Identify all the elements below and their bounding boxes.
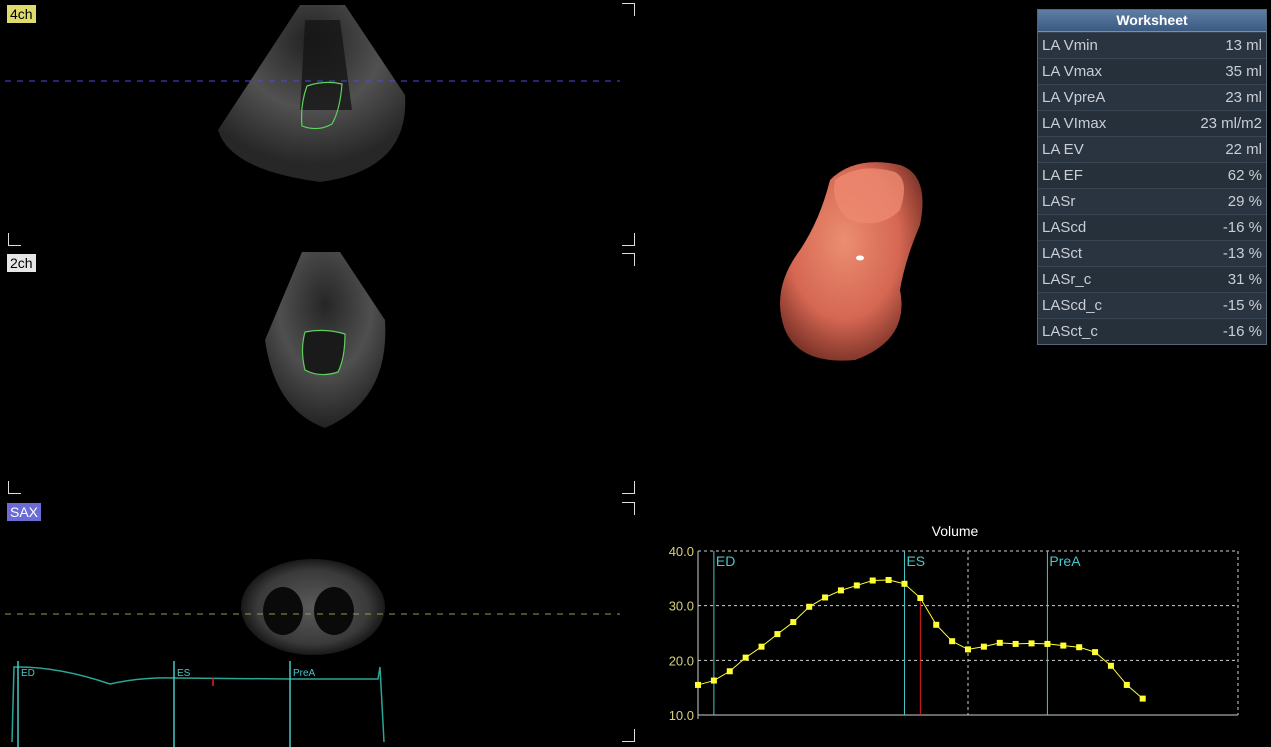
chart-point — [822, 594, 829, 601]
chart-point — [758, 643, 765, 650]
chart-point — [774, 631, 781, 638]
worksheet-row-value: 22 ml — [1225, 141, 1262, 158]
chart-point — [806, 603, 813, 610]
worksheet-panel[interactable]: Worksheet LA Vmin 13 ml LA Vmax 35 ml LA Vpr… — [1037, 9, 1267, 345]
chart-point — [869, 577, 876, 584]
chart-point — [837, 587, 844, 594]
chart-point — [917, 595, 924, 602]
chart-point — [1092, 649, 1099, 656]
chart-point — [853, 582, 860, 589]
worksheet-row[interactable]: LA VpreA 23 ml — [1038, 84, 1266, 110]
worksheet-row-label: LASr — [1042, 193, 1076, 210]
worksheet-row-value: 13 ml — [1225, 37, 1262, 54]
strain-trace-line — [11, 666, 385, 743]
view-corner — [622, 233, 635, 246]
chart-ytick-label: 20.0 — [669, 653, 694, 668]
chart-point — [1012, 640, 1019, 647]
worksheet-row-value: 23 ml/m2 — [1200, 115, 1262, 132]
chart-point — [996, 639, 1003, 646]
chart-marker-label: ED — [716, 553, 735, 569]
worksheet-row[interactable]: LA Vmin 13 ml — [1038, 32, 1266, 58]
strain-label-es: ES — [177, 668, 191, 679]
chart-marker-label: PreA — [1049, 553, 1081, 569]
strain-trace[interactable]: ED ES PreA — [0, 657, 400, 747]
chart-point — [790, 619, 797, 626]
worksheet-row-label: LA EV — [1042, 141, 1084, 158]
view-4ch[interactable] — [0, 0, 640, 248]
view-corner — [622, 481, 635, 494]
worksheet-row-value: 31 % — [1227, 271, 1262, 288]
chart-point — [1107, 662, 1114, 669]
worksheet-row[interactable]: LASct -13 % — [1038, 240, 1266, 266]
chart-ytick-label: 40.0 — [669, 544, 694, 559]
worksheet-row-label: LA VpreA — [1042, 89, 1106, 106]
worksheet-row-label: LA Vmin — [1042, 37, 1098, 54]
worksheet-row-value: -15 % — [1222, 297, 1262, 314]
worksheet-row-label: LAScd_c — [1042, 297, 1103, 314]
worksheet-row-label: LA Vmax — [1042, 63, 1103, 80]
chart-point — [980, 643, 987, 650]
worksheet-row[interactable]: LAScd -16 % — [1038, 214, 1266, 240]
chart-point — [710, 677, 717, 684]
chart-marker-label: ES — [906, 553, 925, 569]
chart-point — [901, 580, 908, 587]
view-corner — [622, 3, 635, 16]
worksheet-row-label: LASr_c — [1042, 271, 1092, 288]
view-corner — [622, 253, 635, 266]
view-label-sax[interactable]: SAX — [7, 503, 42, 521]
chart-point — [1139, 695, 1146, 702]
worksheet-row[interactable]: LA VImax 23 ml/m2 — [1038, 110, 1266, 136]
chart-ytick-label: 30.0 — [669, 599, 694, 614]
worksheet-row[interactable]: LA EF 62 % — [1038, 162, 1266, 188]
view-2ch[interactable] — [0, 250, 640, 498]
worksheet-row[interactable]: LASct_c -16 % — [1038, 318, 1266, 344]
worksheet-row-value: 35 ml — [1225, 63, 1262, 80]
chart-point — [949, 638, 956, 645]
view-corner — [8, 233, 21, 246]
chart-point — [695, 681, 701, 688]
worksheet-title: Worksheet — [1038, 10, 1266, 32]
chart-point — [1123, 681, 1130, 688]
chart-point — [885, 576, 892, 583]
la-3d-render[interactable] — [760, 150, 1020, 380]
volume-chart[interactable]: 10.0 20.0 30.0 40.0 ED ES PreA — [640, 537, 1260, 747]
worksheet-row-value: 29 % — [1227, 193, 1262, 210]
worksheet-row-value: -16 % — [1222, 219, 1262, 236]
view-2ch-image — [265, 252, 386, 428]
worksheet-row-label: LASct — [1042, 245, 1083, 262]
chart-point — [726, 668, 733, 675]
chart-point — [1060, 642, 1067, 649]
worksheet-row-label: LAScd — [1042, 219, 1087, 236]
view-label-2ch[interactable]: 2ch — [7, 254, 36, 272]
strain-label-ed: ED — [21, 668, 35, 679]
worksheet-row-label: LA VImax — [1042, 115, 1107, 132]
view-4ch-image — [5, 5, 620, 182]
view-corner — [622, 502, 635, 515]
worksheet-row-value: 23 ml — [1225, 89, 1262, 106]
chart-point — [1044, 640, 1051, 647]
worksheet-row[interactable]: LA EV 22 ml — [1038, 136, 1266, 162]
chart-point — [742, 654, 749, 661]
chart-point — [965, 646, 971, 653]
worksheet-row-label: LASct_c — [1042, 323, 1098, 340]
chart-point — [933, 621, 940, 628]
chart-point — [1028, 640, 1035, 647]
view-label-4ch[interactable]: 4ch — [7, 5, 36, 23]
worksheet-row[interactable]: LAScd_c -15 % — [1038, 292, 1266, 318]
worksheet-row-label: LA EF — [1042, 167, 1083, 184]
worksheet-row[interactable]: LASr_c 31 % — [1038, 266, 1266, 292]
chart-ytick-label: 10.0 — [669, 708, 694, 723]
view-corner — [622, 729, 635, 742]
strain-label-prea: PreA — [293, 668, 316, 679]
worksheet-rows: LA Vmin 13 ml LA Vmax 35 ml LA VpreA 23 ml LA … — [1038, 32, 1266, 344]
worksheet-row-value: -13 % — [1222, 245, 1262, 262]
worksheet-row[interactable]: LASr 29 % — [1038, 188, 1266, 214]
worksheet-row-value: 62 % — [1227, 167, 1262, 184]
worksheet-row[interactable]: LA Vmax 35 ml — [1038, 58, 1266, 84]
worksheet-row-value: -16 % — [1222, 323, 1262, 340]
view-corner — [8, 481, 21, 494]
chart-point — [1076, 644, 1083, 651]
